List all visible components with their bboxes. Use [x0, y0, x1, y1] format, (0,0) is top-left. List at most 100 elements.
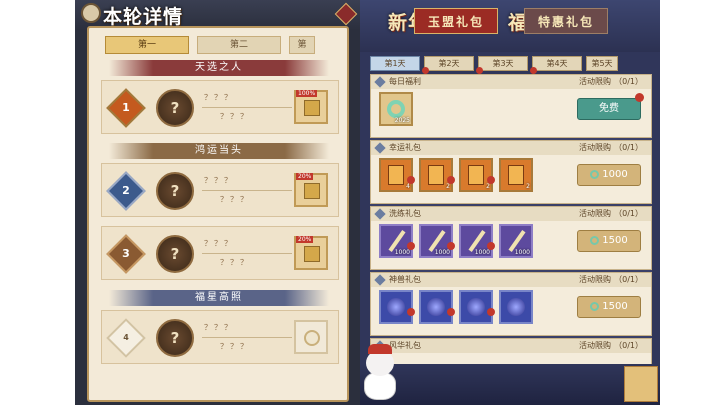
player-name: ？？？: [204, 93, 234, 102]
rank-number: 3: [122, 247, 130, 260]
claim-free-button[interactable]: 免费: [577, 93, 644, 120]
gift-row-beast: 神兽礼包 活动限购 （0/1） 1500: [370, 272, 652, 336]
notice-dot-icon: [422, 67, 429, 74]
section-banner-3: 福星高照: [109, 290, 329, 306]
reward-slot[interactable]: 20%: [294, 173, 328, 207]
pack-name: 洗练礼包: [389, 209, 421, 218]
item-slot[interactable]: [379, 290, 415, 324]
item-slot[interactable]: 2025: [379, 92, 413, 126]
bullet-icon: [374, 76, 386, 88]
purchase-limit: 活动限购: [579, 209, 611, 218]
purchase-count: （0/1）: [614, 143, 643, 152]
tab-day-2[interactable]: 第2天: [422, 56, 474, 74]
reward-slot[interactable]: 100%: [294, 90, 328, 124]
alert-icon: [407, 176, 415, 184]
scroll-card-icon: [468, 165, 484, 185]
player-name: ？？？: [204, 239, 234, 248]
reward-chest-icon: [304, 183, 320, 199]
item-slot[interactable]: [419, 290, 455, 324]
price: 1500: [602, 235, 628, 246]
rank-row-2: 2 ? ？？？ ？？？ 20%: [101, 163, 339, 217]
purchase-count: （0/1）: [614, 275, 643, 284]
tab-round-3[interactable]: 第: [289, 36, 315, 54]
tab-day-3[interactable]: 第3天: [476, 56, 528, 74]
new-year-welfare-panel: 新年不打烊，福利领不停 第1天 第2天 第3天 第4天 第5天 每日福利 活动限…: [360, 0, 660, 405]
alert-icon: [447, 308, 455, 316]
item-quantity: 2: [526, 183, 530, 190]
pack-name: 幸运礼包: [389, 143, 421, 152]
round-tabs: 第一 第二 第: [105, 36, 315, 54]
buy-button[interactable]: 1000: [577, 164, 641, 186]
reward-slot[interactable]: [294, 320, 328, 354]
rank-number: 1: [122, 101, 130, 114]
item-quantity: 4: [406, 183, 410, 190]
item-slot[interactable]: 2: [499, 158, 533, 192]
bottom-tab-bar: [360, 364, 660, 405]
section-banner-2: 鸿运当头: [109, 143, 329, 159]
panel-title: 本轮详情: [103, 6, 184, 28]
alert-icon: [407, 242, 415, 250]
item-slot[interactable]: 2: [419, 158, 455, 192]
gift-pack-list[interactable]: 每日福利 活动限购 （0/1） 2025 免费 幸运礼包 活动限购 （0/1） …: [370, 74, 652, 374]
snowman-mascot-icon: [362, 344, 398, 402]
tab-label: 第3天: [492, 59, 514, 68]
rank-medal-icon: 4: [106, 318, 146, 358]
tab-jade-alliance-pack[interactable]: 玉盟礼包: [414, 8, 498, 34]
player-score: ？？？: [220, 258, 250, 267]
reward-slot[interactable]: 20%: [294, 236, 328, 270]
buy-button[interactable]: 1500: [577, 230, 641, 252]
item-slot[interactable]: [499, 290, 533, 324]
unknown-avatar-icon: ?: [156, 89, 194, 127]
purchase-count: （0/1）: [614, 77, 643, 86]
player-score: ？？？: [220, 112, 250, 121]
alert-icon: [487, 308, 495, 316]
tab-day-5[interactable]: 第5天: [586, 56, 618, 71]
tab-day-1[interactable]: 第1天: [370, 56, 420, 71]
alert-icon: [487, 242, 495, 250]
item-slot[interactable]: 2: [459, 158, 495, 192]
price: 1500: [602, 301, 628, 312]
coin-icon: [304, 330, 320, 346]
purchase-count: （0/1）: [614, 209, 643, 218]
divider: [202, 253, 292, 254]
item-slot[interactable]: [459, 290, 495, 324]
gift-box-icon: [624, 366, 658, 402]
player-score: ？？？: [220, 195, 250, 204]
divider: [202, 337, 292, 338]
mascot-body: [364, 372, 396, 400]
mascot-hat: [368, 344, 392, 354]
spirit-orb-icon: [507, 298, 525, 316]
day-tabs: 第1天 第2天 第3天 第4天 第5天: [370, 56, 618, 74]
item-slot[interactable]: 1000: [419, 224, 455, 258]
tab-round-1[interactable]: 第一: [105, 36, 189, 54]
panel-emblem-icon: [81, 3, 101, 23]
section-banner-1: 天选之人: [109, 60, 329, 76]
jade-ring-icon: [590, 169, 600, 179]
item-slot[interactable]: 4: [379, 158, 415, 192]
tab-special-offer-pack[interactable]: 特惠礼包: [524, 8, 608, 34]
item-slot[interactable]: 1000: [499, 224, 533, 258]
price: 1000: [602, 169, 628, 180]
pack-name: 每日福利: [389, 77, 421, 86]
alert-icon: [447, 176, 455, 184]
tab-day-4[interactable]: 第4天: [530, 56, 582, 74]
alert-icon: [447, 242, 455, 250]
item-quantity: 2025: [394, 117, 410, 124]
item-slot[interactable]: 1000: [379, 224, 415, 258]
reward-badge: 100%: [296, 90, 318, 97]
bullet-icon: [374, 208, 386, 220]
item-slot[interactable]: 1000: [459, 224, 495, 258]
purchase-limit: 活动限购: [579, 275, 611, 284]
unknown-avatar-icon: ?: [156, 319, 194, 357]
button-label: 免费: [599, 103, 619, 114]
row-header: 神兽礼包 活动限购 （0/1）: [371, 273, 651, 287]
reward-chest-icon: [304, 246, 320, 262]
pack-name: 神兽礼包: [389, 275, 421, 284]
purchase-count: （0/1）: [614, 341, 643, 350]
jade-ring-icon: [387, 100, 405, 118]
buy-button[interactable]: 1500: [577, 296, 641, 318]
scroll-card-icon: [388, 165, 404, 185]
scroll-card-icon: [428, 165, 444, 185]
tab-round-2[interactable]: 第二: [197, 36, 281, 54]
alert-icon: [407, 308, 415, 316]
